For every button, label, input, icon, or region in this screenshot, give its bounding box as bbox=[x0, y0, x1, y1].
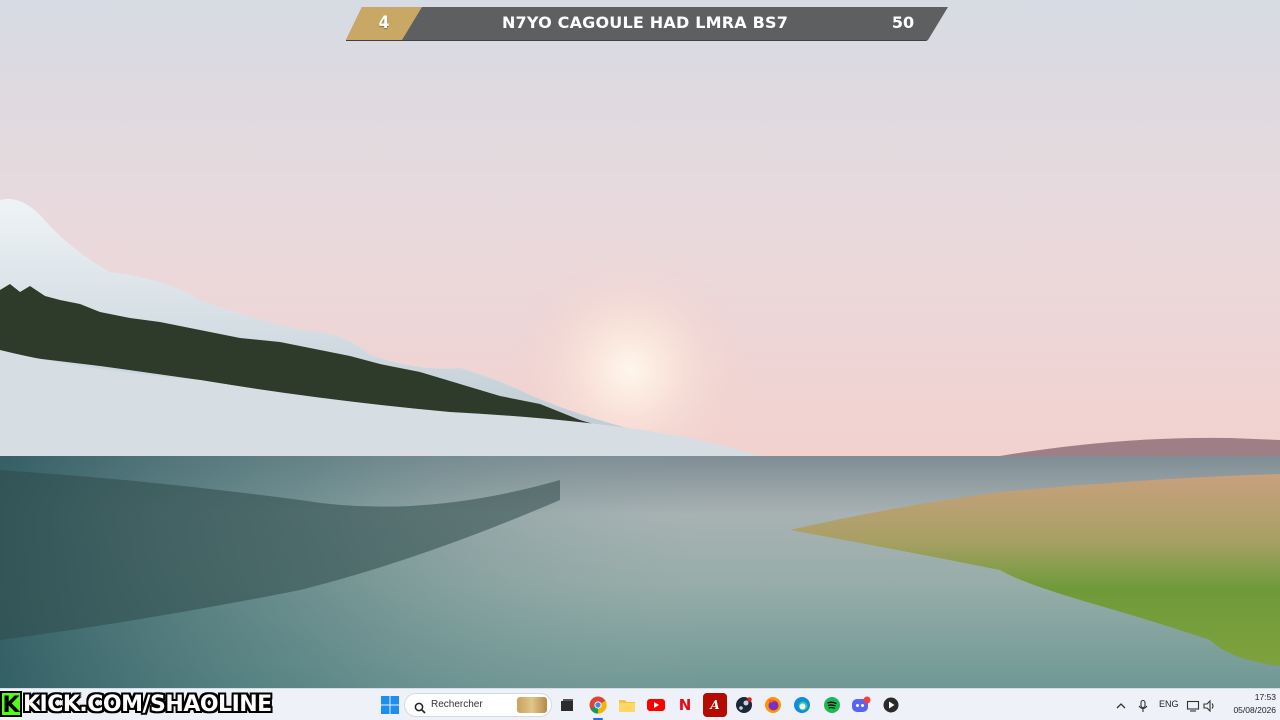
kick-logo: K bbox=[0, 691, 22, 718]
task-view-icon[interactable] bbox=[555, 693, 579, 717]
language-indicator[interactable]: ENG bbox=[1159, 699, 1179, 709]
edge-icon[interactable] bbox=[790, 693, 814, 717]
steam-icon[interactable] bbox=[732, 693, 756, 717]
search-highlight-thumbnail bbox=[517, 697, 547, 713]
network-icon[interactable] bbox=[1186, 698, 1200, 712]
volume-icon[interactable] bbox=[1202, 698, 1216, 713]
kick-channel-banner: K KICK.COM/SHAOLINE bbox=[0, 688, 272, 720]
search-icon bbox=[414, 699, 426, 718]
clock-time[interactable]: 17:53 bbox=[1224, 692, 1276, 702]
chrome-icon[interactable] bbox=[586, 693, 610, 720]
chevron-up-icon[interactable] bbox=[1114, 698, 1128, 712]
spotify-icon[interactable] bbox=[820, 693, 844, 717]
youtube-icon[interactable] bbox=[644, 693, 668, 717]
score-bar-score: 50 bbox=[891, 13, 915, 32]
kick-channel-url: KICK.COM/SHAOLINE bbox=[23, 691, 272, 717]
folder-icon[interactable] bbox=[615, 693, 639, 717]
play-icon[interactable] bbox=[879, 693, 903, 717]
microphone-icon[interactable] bbox=[1136, 698, 1150, 712]
clock-date[interactable]: 05/08/2026 bbox=[1222, 705, 1276, 715]
netflix-icon[interactable]: N bbox=[673, 693, 697, 717]
discord-icon[interactable] bbox=[849, 693, 873, 717]
windows-start-icon[interactable] bbox=[378, 693, 402, 717]
score-bar-title: N7YO CAGOULE HAD LMRA BS7 bbox=[501, 13, 789, 32]
desktop-wallpaper bbox=[0, 0, 1280, 688]
score-bar-rank: 4 bbox=[378, 13, 390, 33]
search-placeholder: Rechercher bbox=[431, 699, 483, 710]
firefox-icon[interactable] bbox=[761, 693, 785, 717]
acrobat-icon[interactable]: A bbox=[703, 693, 727, 717]
taskbar-search-box[interactable]: Rechercher bbox=[404, 693, 552, 717]
